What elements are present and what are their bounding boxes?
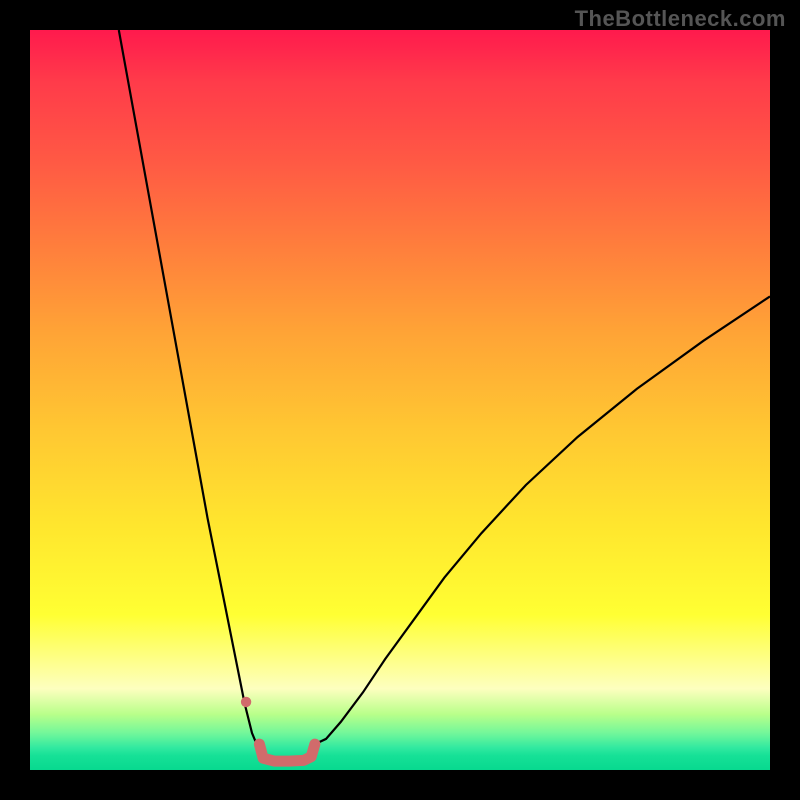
pink-dot-marker [241,697,251,707]
curve-right-path [315,296,770,744]
floor-pink-path [259,744,315,761]
watermark-text: TheBottleneck.com [575,6,786,32]
chart-stage: TheBottleneck.com [0,0,800,800]
curve-svg [30,30,770,770]
plot-area [30,30,770,770]
curve-left-path [119,30,260,744]
